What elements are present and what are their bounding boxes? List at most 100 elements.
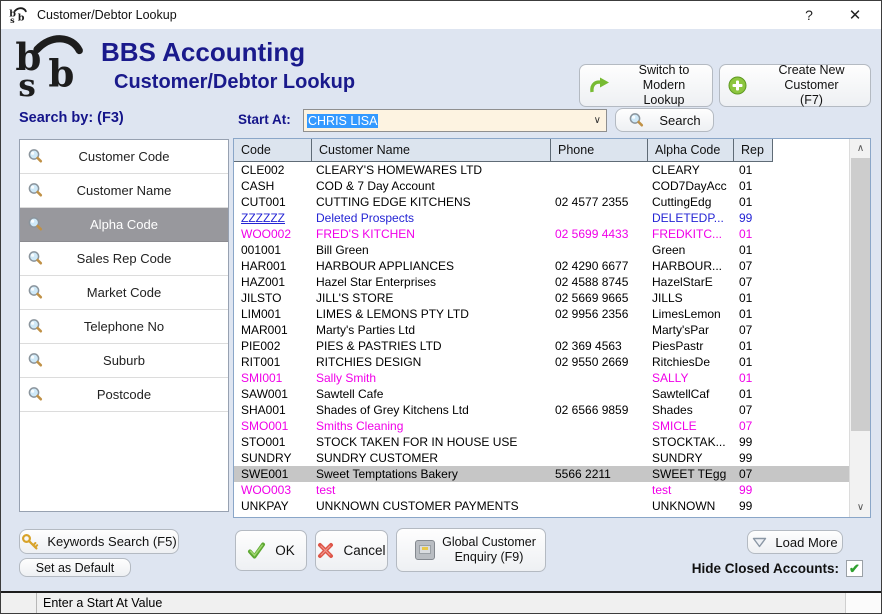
cell-alpha: VIPCLUB	[648, 514, 734, 518]
cell-phone: 02 6566 9859	[551, 402, 648, 418]
cell-name: Sally Smith	[312, 370, 551, 386]
table-row[interactable]: HAR001HARBOUR APPLIANCES02 4290 6677HARB…	[234, 258, 870, 274]
cell-alpha: Marty'sPar	[648, 322, 734, 338]
table-row[interactable]: MAR001Marty's Parties LtdMarty'sPar07	[234, 322, 870, 338]
start-at-combobox[interactable]: CHRIS LISA ∨	[303, 109, 607, 132]
hide-closed-accounts-checkbox[interactable]: ✔	[846, 560, 863, 577]
cell-phone: 02 9550 2669	[551, 354, 648, 370]
cell-rep: 01	[734, 178, 784, 194]
search-by-list: Customer Code Customer Name Alpha Code S…	[19, 139, 229, 512]
sidebar-item-customer-code[interactable]: Customer Code	[20, 140, 228, 174]
triangle-down-icon	[752, 537, 767, 548]
sidebar-item-alpha-code[interactable]: Alpha Code	[20, 208, 228, 242]
svg-text:b: b	[48, 52, 74, 96]
cell-alpha: test	[648, 482, 734, 498]
status-bar-left-cell	[1, 593, 37, 613]
sidebar-item-market-code[interactable]: Market Code	[20, 276, 228, 310]
switch-to-modern-lookup-button[interactable]: Switch to ModernLookup	[579, 64, 713, 107]
sidebar-item-customer-name[interactable]: Customer Name	[20, 174, 228, 208]
cell-phone	[551, 514, 648, 518]
sidebar-item-sales-rep-code[interactable]: Sales Rep Code	[20, 242, 228, 276]
table-row[interactable]: WOO002FRED'S KITCHEN02 5699 4433FREDKITC…	[234, 226, 870, 242]
start-at-value[interactable]: CHRIS LISA	[307, 114, 378, 128]
table-row[interactable]: 001001Bill GreenGreen01	[234, 242, 870, 258]
close-icon[interactable]: ✕	[833, 1, 877, 29]
sidebar-item-telephone-no[interactable]: Telephone No	[20, 310, 228, 344]
cell-rep: 99	[734, 514, 784, 518]
cell-name: Sawtell Cafe	[312, 386, 551, 402]
switch-arrow-icon	[588, 77, 610, 94]
scroll-up-icon[interactable]: ∧	[850, 139, 871, 158]
cell-rep: 01	[734, 306, 784, 322]
table-row[interactable]: SUNDRYSUNDRY CUSTOMERSUNDRY99	[234, 450, 870, 466]
load-more-button[interactable]: Load More	[747, 530, 843, 554]
table-row[interactable]: HAZ001Hazel Star Enterprises02 4588 8745…	[234, 274, 870, 290]
sidebar-item-suburb[interactable]: Suburb	[20, 344, 228, 378]
scroll-down-icon[interactable]: ∨	[850, 498, 871, 517]
chevron-down-icon[interactable]: ∨	[594, 115, 601, 126]
cell-phone	[551, 178, 648, 194]
cell-phone	[551, 242, 648, 258]
cancel-button[interactable]: Cancel	[315, 530, 388, 571]
scrollbar-thumb[interactable]	[851, 158, 870, 431]
table-row[interactable]: CUT001CUTTING EDGE KITCHENS02 4577 2355C…	[234, 194, 870, 210]
plus-icon	[728, 76, 747, 95]
table-row[interactable]: SMO001Smiths CleaningSMICLE07	[234, 418, 870, 434]
cell-phone	[551, 322, 648, 338]
cell-rep: 01	[734, 242, 784, 258]
global-customer-enquiry-button[interactable]: Global CustomerEnquiry (F9)	[396, 528, 546, 572]
cell-rep: 07	[734, 274, 784, 290]
cell-phone	[551, 482, 648, 498]
cell-alpha: CLEARY	[648, 162, 734, 178]
cell-alpha: RitchiesDe	[648, 354, 734, 370]
table-row[interactable]: WOO003testtest99	[234, 482, 870, 498]
cell-rep: 99	[734, 434, 784, 450]
cell-rep: 07	[734, 466, 784, 482]
magnifier-icon	[27, 216, 44, 233]
table-header-row: CodeCustomer NamePhoneAlpha CodeRep	[234, 139, 870, 162]
table-row[interactable]: PIE002PIES & PASTRIES LTD02 369 4563Pies…	[234, 338, 870, 354]
cell-rep: 99	[734, 482, 784, 498]
search-button[interactable]: Search	[615, 108, 714, 132]
table-row[interactable]: CLE002CLEARY'S HOMEWARES LTDCLEARY01	[234, 162, 870, 178]
cell-alpha: Green	[648, 242, 734, 258]
create-new-customer-button[interactable]: Create New Customer(F7)	[719, 64, 871, 107]
table-row[interactable]: SHA001Shades of Grey Kitchens Ltd02 6566…	[234, 402, 870, 418]
table-row[interactable]: SWE001Sweet Temptations Bakery5566 2211S…	[234, 466, 870, 482]
table-row[interactable]: LIM001LIMES & LEMONS PTY LTD02 9956 2356…	[234, 306, 870, 322]
help-button[interactable]: ?	[787, 1, 831, 29]
table-row[interactable]: UNKPAYUNKNOWN CUSTOMER PAYMENTSUNKNOWN99	[234, 498, 870, 514]
cell-alpha: JILLS	[648, 290, 734, 306]
cell-name: Smiths Cleaning	[312, 418, 551, 434]
table-row[interactable]: CASHCOD & 7 Day AccountCOD7DayAcc01	[234, 178, 870, 194]
cell-phone	[551, 210, 648, 226]
svg-text:s: s	[18, 68, 35, 97]
x-icon	[317, 542, 334, 559]
results-table: CodeCustomer NamePhoneAlpha CodeRep CLE0…	[233, 138, 871, 518]
ok-button[interactable]: OK	[235, 530, 307, 571]
drawer-icon	[415, 540, 435, 560]
page-title: Customer/Debtor Lookup	[114, 71, 355, 94]
vertical-scrollbar[interactable]: ∧ ∨	[849, 139, 870, 517]
cell-code: SAW001	[234, 386, 312, 402]
cell-phone: 02 5699 4433	[551, 226, 648, 242]
table-row[interactable]: STO001STOCK TAKEN FOR IN HOUSE USESTOCKT…	[234, 434, 870, 450]
table-row[interactable]: ZZZZZZDeleted ProspectsDELETEDP...99	[234, 210, 870, 226]
cell-name: UNKNOWN CUSTOMER PAYMENTS	[312, 498, 551, 514]
sidebar-item-postcode[interactable]: Postcode	[20, 378, 228, 412]
cell-phone: 02 9956 2356	[551, 306, 648, 322]
cell-rep: 01	[734, 386, 784, 402]
keywords-search-button[interactable]: Keywords Search (F5)	[19, 529, 179, 554]
table-row[interactable]: CLUBVIP CLUBVIPCLUB99	[234, 514, 870, 518]
set-as-default-button[interactable]: Set as Default	[19, 558, 131, 577]
cell-code: SHA001	[234, 402, 312, 418]
cell-code: WOO003	[234, 482, 312, 498]
table-row[interactable]: JILSTOJILL'S STORE02 5669 9665JILLS01	[234, 290, 870, 306]
cell-alpha: Shades	[648, 402, 734, 418]
cell-rep: 07	[734, 402, 784, 418]
table-row[interactable]: SAW001Sawtell CafeSawtellCaf01	[234, 386, 870, 402]
cell-rep: 07	[734, 418, 784, 434]
table-row[interactable]: SMI001Sally SmithSALLY01	[234, 370, 870, 386]
cell-code: HAZ001	[234, 274, 312, 290]
table-row[interactable]: RIT001RITCHIES DESIGN02 9550 2669Ritchie…	[234, 354, 870, 370]
